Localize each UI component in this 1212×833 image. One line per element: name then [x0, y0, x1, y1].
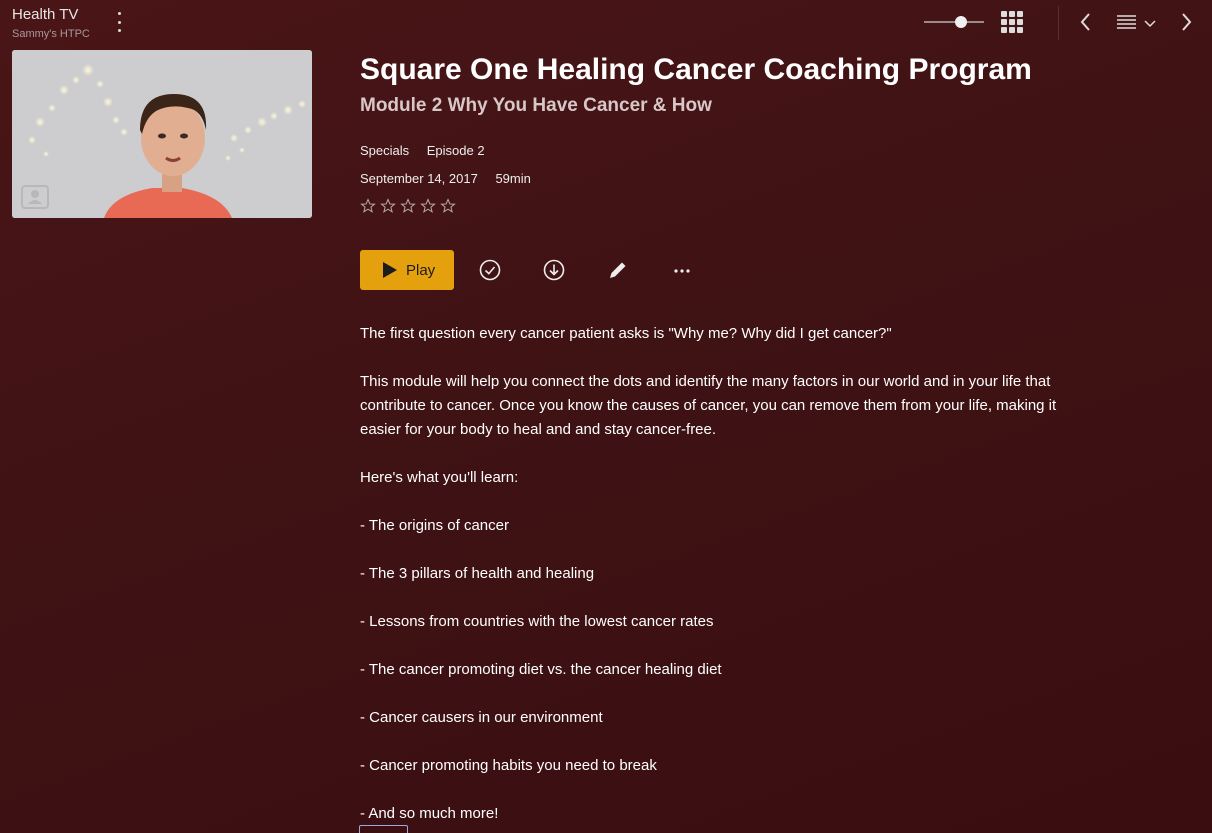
episode-title: Square One Healing Cancer Coaching Progr…: [360, 53, 1032, 86]
summary-list-item: - The origins of cancer: [360, 517, 509, 534]
forward-arrow-icon[interactable]: [1178, 11, 1194, 38]
summary-list-item: - Cancer causers in our environment: [360, 709, 603, 726]
more-horizontal-icon[interactable]: [672, 264, 692, 282]
star-rating[interactable]: [360, 198, 456, 214]
play-button-label: Play: [406, 261, 436, 279]
star-icon[interactable]: [440, 198, 456, 214]
summary-list-item: - And so much more!: [360, 805, 499, 822]
summary-paragraph: Here's what you'll learn:: [360, 469, 519, 486]
play-icon: [383, 262, 397, 278]
library-title[interactable]: Health TV: [12, 6, 78, 24]
summary-list-item: - Cancer promoting habits you need to br…: [360, 757, 657, 774]
air-date: September 14, 2017: [360, 171, 478, 186]
list-view-icon[interactable]: [1116, 13, 1138, 36]
zoom-slider-track: [924, 21, 984, 23]
edit-icon[interactable]: [607, 259, 629, 286]
summary-paragraph: This module will help you connect the do…: [360, 373, 1057, 438]
more-vertical-icon[interactable]: [112, 12, 126, 32]
star-icon[interactable]: [400, 198, 416, 214]
toolbar-divider: [1058, 6, 1059, 40]
focus-indicator: [359, 825, 408, 833]
zoom-slider-thumb[interactable]: [955, 16, 967, 28]
summary-paragraph: The first question every cancer patient …: [360, 325, 892, 342]
play-button[interactable]: Play: [360, 250, 454, 290]
star-icon[interactable]: [380, 198, 396, 214]
download-icon[interactable]: [543, 259, 565, 286]
top-bar: Health TV Sammy's HTPC: [0, 0, 1212, 44]
date-duration-line: September 14, 2017 59min: [360, 171, 545, 187]
thumbnail-image: [12, 50, 312, 218]
mark-watched-icon[interactable]: [479, 259, 501, 286]
duration: 59min: [495, 171, 531, 186]
summary-list-item: - The 3 pillars of health and healing: [360, 565, 595, 582]
server-name: Sammy's HTPC: [12, 28, 90, 40]
episode-number: Episode 2: [426, 143, 485, 158]
grid-view-icon[interactable]: [1001, 11, 1023, 33]
star-icon[interactable]: [360, 198, 376, 214]
season-episode-line: Specials Episode 2: [360, 143, 499, 159]
episode-summary: The first question every cancer patient …: [360, 322, 1060, 833]
back-arrow-icon[interactable]: [1078, 11, 1094, 38]
summary-list-item: - The cancer promoting diet vs. the canc…: [360, 661, 722, 678]
summary-list-item: - Lessons from countries with the lowest…: [360, 613, 714, 630]
episode-subtitle: Module 2 Why You Have Cancer & How: [360, 95, 712, 116]
zoom-slider[interactable]: [924, 14, 984, 30]
star-icon[interactable]: [420, 198, 436, 214]
season-label[interactable]: Specials: [360, 143, 409, 158]
chevron-down-icon[interactable]: [1144, 16, 1156, 34]
episode-thumbnail[interactable]: [12, 50, 312, 218]
